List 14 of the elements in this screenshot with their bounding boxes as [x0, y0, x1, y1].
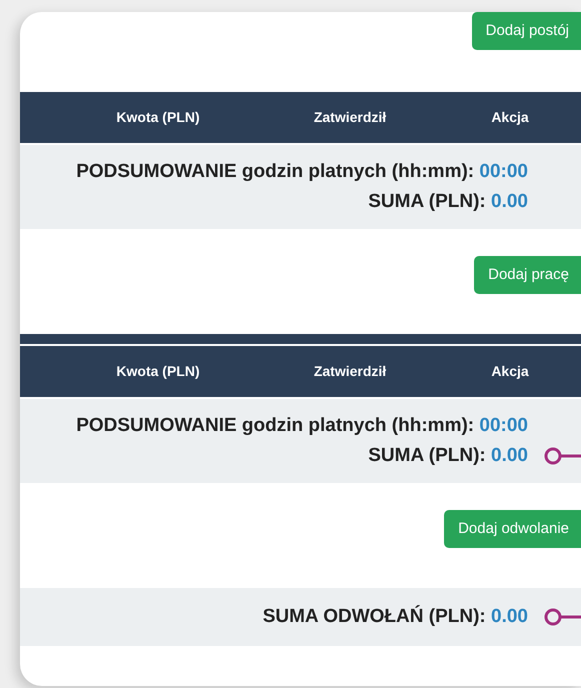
add-button[interactable]: Dodaj postój [472, 12, 581, 50]
summary-text: SUMA (PLN): 0.00 [368, 444, 528, 468]
column-header: Zatwierdził [312, 108, 388, 127]
column-header: Kwota (PLN) [115, 108, 201, 127]
summary-text: SUMA ODWOŁAŃ (PLN): 0.00 [262, 604, 528, 629]
add-button[interactable]: Dodaj odwolanie [444, 510, 581, 548]
add-button[interactable]: Dodaj pracę [474, 256, 581, 294]
summary-text: PODSUMOWANIE godzin platnych (hh:mm): 00:00 [76, 160, 528, 184]
column-header: Akcja [490, 362, 530, 381]
summary-text: SUMA (PLN): 0.00 [368, 190, 528, 214]
column-header: Zatwierdził [312, 362, 388, 381]
column-header: Akcja [490, 108, 530, 127]
column-header: Kwota (PLN) [115, 362, 201, 381]
summary-text: PODSUMOWANIE godzin platnych (hh:mm): 00:00 [76, 414, 528, 438]
